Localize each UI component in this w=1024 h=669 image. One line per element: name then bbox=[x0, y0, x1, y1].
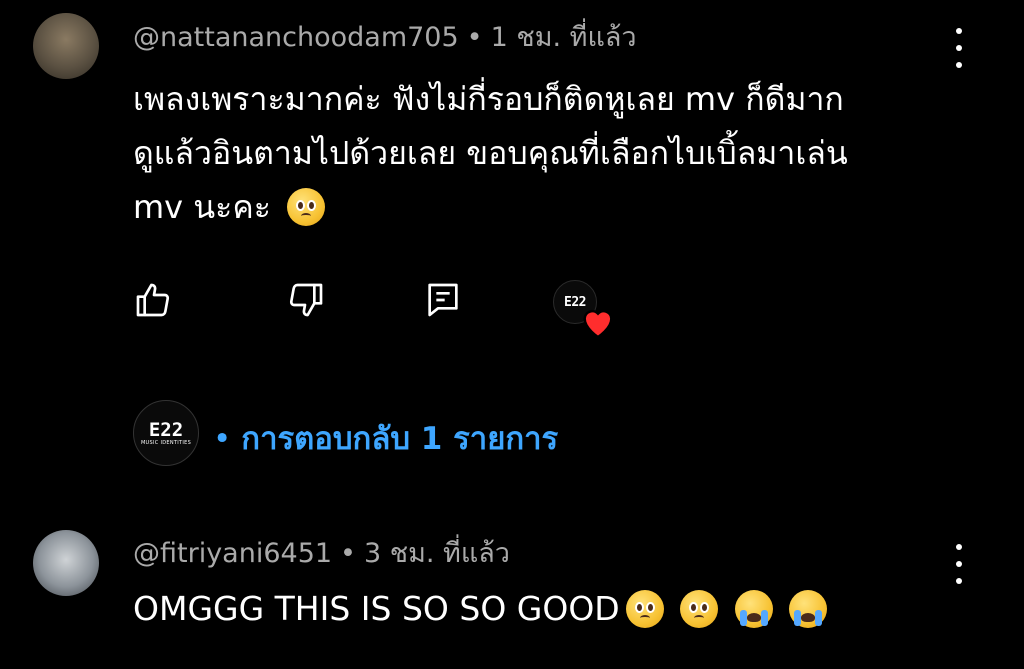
more-vert-icon[interactable] bbox=[952, 544, 966, 584]
loudly-crying-face-emoji bbox=[734, 590, 773, 628]
replies-count-label[interactable]: การตอบกลับ 1 รายการ bbox=[241, 421, 558, 457]
avatar[interactable] bbox=[33, 13, 99, 79]
comment-text: เพลงเพราะมากค่ะ ฟังไม่กี่รอบก็ติดหูเลย m… bbox=[133, 72, 963, 234]
comment-text: OMGGG THIS IS SO SO GOOD bbox=[133, 582, 963, 636]
pleading-face-emoji bbox=[680, 590, 719, 628]
replies-link[interactable]: • การตอบกลับ 1 รายการ bbox=[213, 413, 558, 463]
heart-icon bbox=[583, 309, 613, 339]
comment-meta: @nattananchoodam705 • 1 ชม. ที่แล้ว bbox=[133, 21, 637, 55]
comment-time: 1 ชม. ที่แล้ว bbox=[490, 22, 637, 53]
avatar[interactable] bbox=[33, 530, 99, 596]
separator-dot: • bbox=[466, 22, 483, 53]
comment-text-line: ดูแล้วอินตามไปด้วยเลย ขอบคุณที่เลือกไบเบ… bbox=[133, 134, 848, 172]
comment-author[interactable]: @fitriyani6451 bbox=[133, 538, 332, 569]
thumbs-down-icon[interactable] bbox=[286, 280, 326, 320]
thumbs-up-icon[interactable] bbox=[133, 280, 173, 320]
channel-avatar: E22 MUSIC IDENTITIES bbox=[133, 400, 199, 466]
separator-dot: • bbox=[340, 538, 356, 569]
creator-heart[interactable]: E22 bbox=[553, 280, 613, 339]
pleading-face-emoji bbox=[625, 590, 664, 628]
comment-time: 3 ชม. ที่แล้ว bbox=[363, 538, 510, 569]
comment-text-line: เพลงเพราะมากค่ะ ฟังไม่กี่รอบก็ติดหูเลย m… bbox=[133, 80, 844, 118]
comments-screen: @nattananchoodam705 • 1 ชม. ที่แล้ว เพลงเพ… bbox=[0, 0, 1024, 669]
more-vert-icon[interactable] bbox=[952, 28, 966, 68]
comment-meta: @fitriyani6451 • 3 ชม. ที่แล้ว bbox=[133, 537, 510, 571]
comment-author[interactable]: @nattananchoodam705 bbox=[133, 22, 459, 53]
pleading-face-emoji bbox=[287, 188, 326, 226]
comment-icon[interactable] bbox=[423, 280, 463, 320]
loudly-crying-face-emoji bbox=[789, 590, 828, 628]
comment-text-line: mv นะคะ bbox=[133, 180, 963, 234]
